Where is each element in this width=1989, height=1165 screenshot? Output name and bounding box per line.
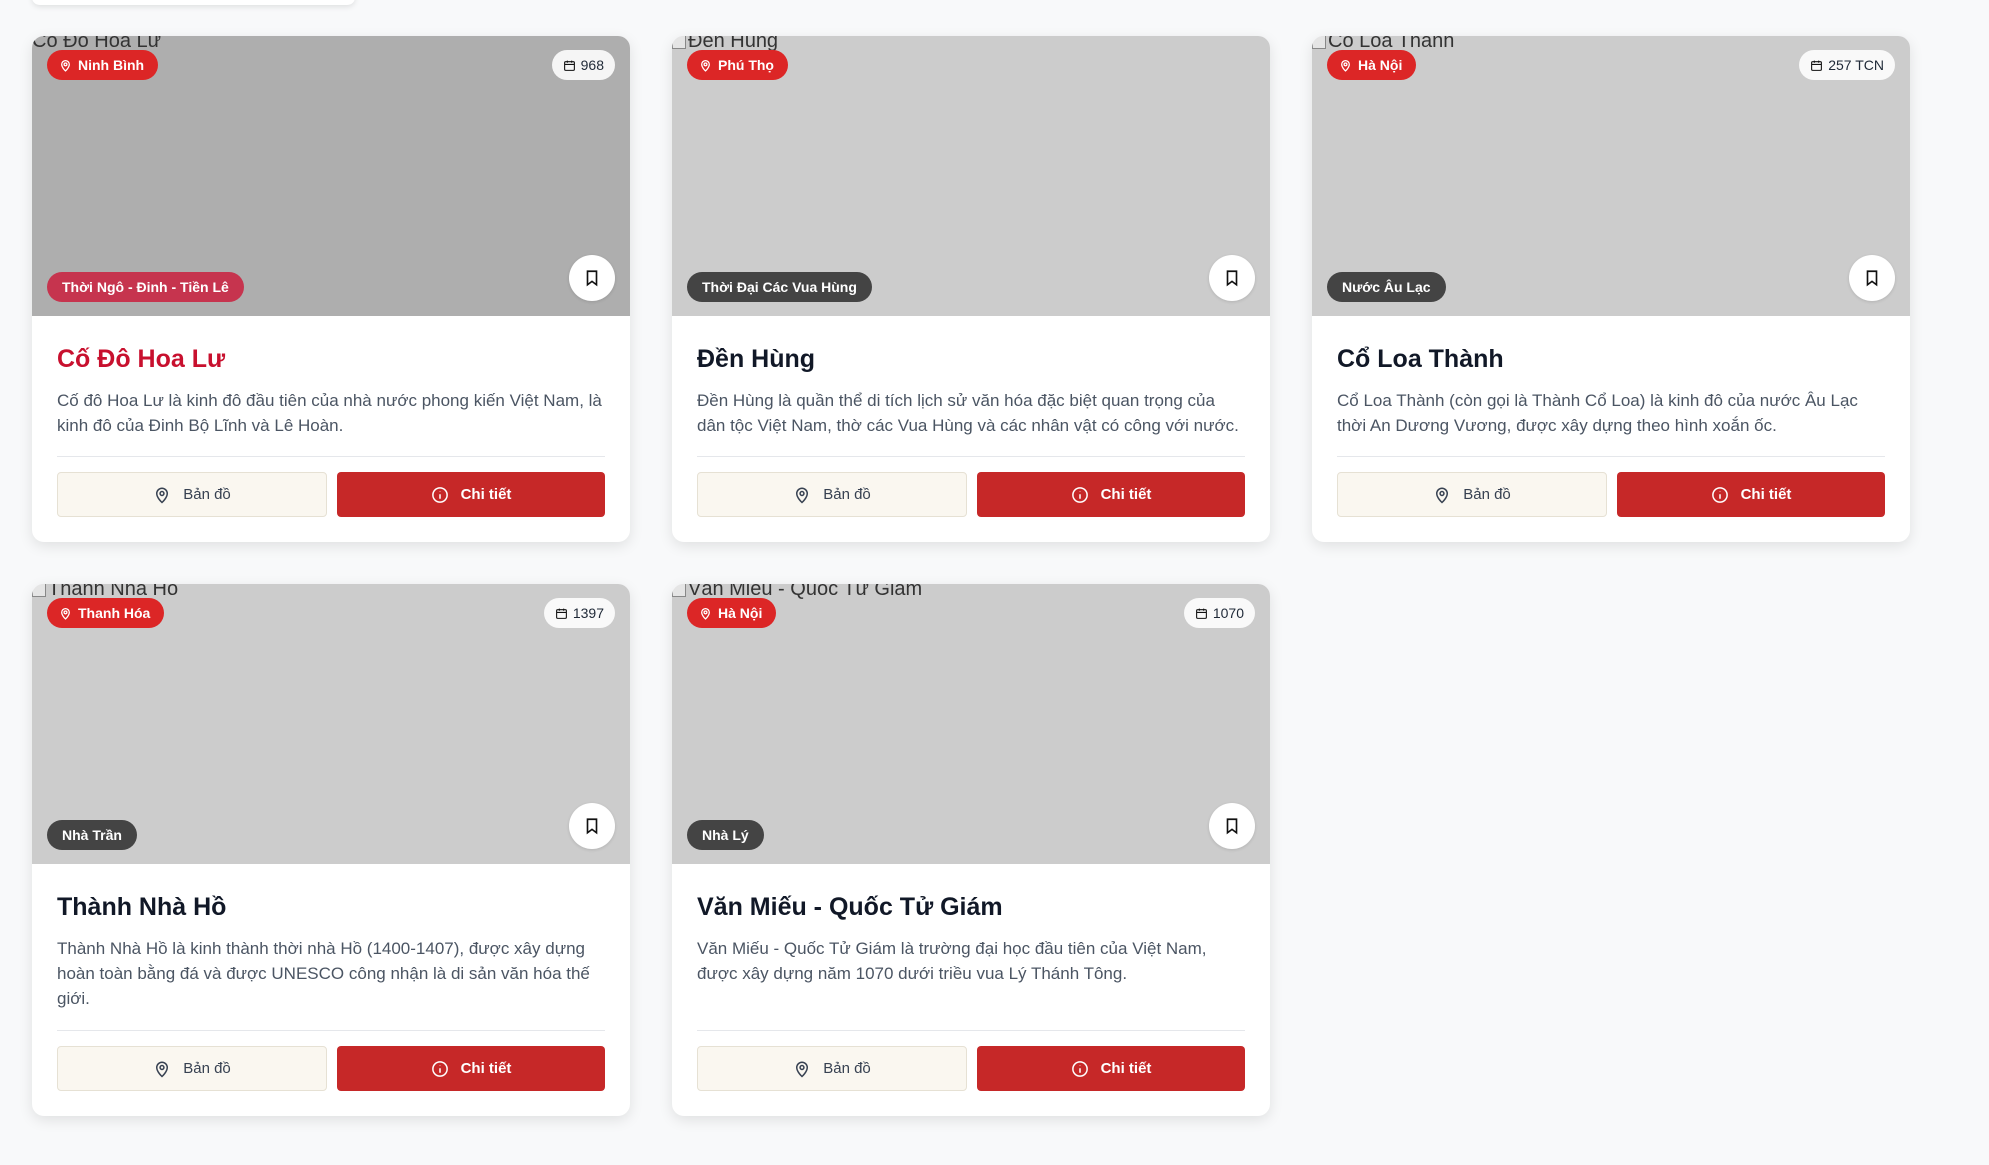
card-description: Cố đô Hoa Lư là kinh đô đầu tiên của nhà… (57, 391, 602, 435)
location-badge: Thanh Hóa (47, 598, 165, 628)
info-icon (431, 486, 448, 503)
search-bar-edge (32, 0, 355, 5)
detail-button[interactable]: Chi tiết (977, 472, 1245, 517)
info-icon (1071, 486, 1088, 503)
bookmark-icon (1866, 270, 1878, 287)
map-pin-icon (701, 59, 710, 72)
card-body: Đền Hùng Đền Hùng là quần thể di tích lị… (672, 316, 1270, 542)
map-pin-icon (61, 59, 70, 72)
location-badge: Ninh Bình (47, 50, 159, 80)
detail-button[interactable]: Chi tiết (337, 472, 605, 517)
card-description: Cổ Loa Thành (còn gọi là Thành Cổ Loa) l… (1337, 391, 1858, 435)
era-badge: Thời Ngô - Đinh - Tiền Lê (47, 272, 244, 302)
calendar-icon (1195, 608, 1207, 619)
card-actions: Bản đồ Chi tiết (57, 1046, 605, 1091)
map-button[interactable]: Bản đồ (57, 472, 327, 517)
bookmark-icon (586, 270, 598, 287)
era-badge: Nhà Lý (687, 820, 764, 850)
era-badge: Nhà Trần (47, 820, 137, 850)
info-icon (1711, 486, 1728, 503)
year-badge: 257 TCN (1799, 50, 1895, 80)
card-description: Thành Nhà Hồ là kinh thành thời nhà Hồ (… (57, 939, 590, 1008)
info-icon (431, 1060, 448, 1077)
location-badge: Phú Thọ (687, 50, 788, 80)
calendar-icon (555, 608, 567, 619)
bookmark-button[interactable] (1849, 255, 1895, 301)
map-pin-icon (796, 487, 809, 504)
map-pin-icon (701, 607, 710, 620)
card-actions: Bản đồ Chi tiết (57, 472, 605, 517)
card-description: Đền Hùng là quần thể di tích lịch sử văn… (697, 391, 1239, 435)
heritage-card: Thành Nhà Hồ Thanh Hóa 1397 Nhà Trần Thà… (32, 584, 630, 1116)
card-body: Cố Đô Hoa Lư Cố đô Hoa Lư là kinh đô đầu… (32, 316, 630, 542)
map-button[interactable]: Bản đồ (57, 1046, 327, 1091)
card-image: Thành Nhà Hồ Thanh Hóa 1397 Nhà Trần (32, 584, 630, 864)
year-badge: 1397 (543, 598, 615, 628)
heritage-card-grid: Cố Đô Hoa Lư Ninh Bình 968 Thời Ngô - Đi… (32, 36, 1910, 1116)
bookmark-button[interactable] (1209, 255, 1255, 301)
map-button[interactable]: Bản đồ (697, 1046, 967, 1091)
card-title[interactable]: Văn Miếu - Quốc Tử Giám (697, 892, 1245, 922)
card-image: Cổ Loa Thành Hà Nội 257 TCN Nước Âu Lạc (1312, 36, 1910, 316)
map-pin-icon (61, 607, 70, 620)
calendar-icon (1811, 60, 1823, 71)
divider (1337, 456, 1885, 457)
card-title[interactable]: Cổ Loa Thành (1337, 344, 1885, 374)
location-badge: Hà Nội (687, 598, 777, 628)
card-title[interactable]: Thành Nhà Hồ (57, 892, 605, 922)
card-title[interactable]: Đền Hùng (697, 344, 1245, 374)
card-description: Văn Miếu - Quốc Tử Giám là trường đại họ… (697, 939, 1207, 983)
card-image: Cố Đô Hoa Lư Ninh Bình 968 Thời Ngô - Đi… (32, 36, 630, 316)
card-body: Văn Miếu - Quốc Tử Giám Văn Miếu - Quốc … (672, 864, 1270, 1116)
card-body: Cổ Loa Thành Cổ Loa Thành (còn gọi là Th… (1312, 316, 1910, 542)
card-title[interactable]: Cố Đô Hoa Lư (57, 344, 605, 374)
card-image: Đền Hùng Phú Thọ Thời Đại Các Vua Hùng (672, 36, 1270, 316)
bookmark-button[interactable] (569, 803, 615, 849)
map-button[interactable]: Bản đồ (1337, 472, 1607, 517)
map-pin-icon (156, 487, 169, 504)
heritage-card: Cổ Loa Thành Hà Nội 257 TCN Nước Âu Lạc … (1312, 36, 1910, 542)
card-image: Văn Miếu - Quốc Tử Giám Hà Nội 1070 Nhà … (672, 584, 1270, 864)
map-button[interactable]: Bản đồ (697, 472, 967, 517)
calendar-icon (563, 60, 575, 71)
bookmark-icon (1226, 818, 1238, 835)
divider (57, 1030, 605, 1031)
info-icon (1071, 1060, 1088, 1077)
bookmark-button[interactable] (569, 255, 615, 301)
divider (697, 1030, 1245, 1031)
detail-button[interactable]: Chi tiết (337, 1046, 605, 1091)
bookmark-icon (1226, 270, 1238, 287)
divider (57, 456, 605, 457)
location-badge: Hà Nội (1327, 50, 1417, 80)
map-pin-icon (156, 1061, 169, 1078)
card-actions: Bản đồ Chi tiết (697, 1046, 1245, 1091)
bookmark-button[interactable] (1209, 803, 1255, 849)
year-badge: 1070 (1183, 598, 1255, 628)
bookmark-icon (586, 818, 598, 835)
card-actions: Bản đồ Chi tiết (1337, 472, 1885, 517)
detail-button[interactable]: Chi tiết (977, 1046, 1245, 1091)
map-pin-icon (796, 1061, 809, 1078)
map-pin-icon (1341, 59, 1350, 72)
era-badge: Thời Đại Các Vua Hùng (687, 272, 872, 302)
year-badge: 968 (551, 50, 615, 80)
heritage-card: Cố Đô Hoa Lư Ninh Bình 968 Thời Ngô - Đi… (32, 36, 630, 542)
card-actions: Bản đồ Chi tiết (697, 472, 1245, 517)
heritage-card: Văn Miếu - Quốc Tử Giám Hà Nội 1070 Nhà … (672, 584, 1270, 1116)
card-body: Thành Nhà Hồ Thành Nhà Hồ là kinh thành … (32, 864, 630, 1116)
detail-button[interactable]: Chi tiết (1617, 472, 1885, 517)
map-pin-icon (1436, 487, 1449, 504)
divider (697, 456, 1245, 457)
heritage-card: Đền Hùng Phú Thọ Thời Đại Các Vua Hùng Đ… (672, 36, 1270, 542)
era-badge: Nước Âu Lạc (1327, 272, 1446, 302)
